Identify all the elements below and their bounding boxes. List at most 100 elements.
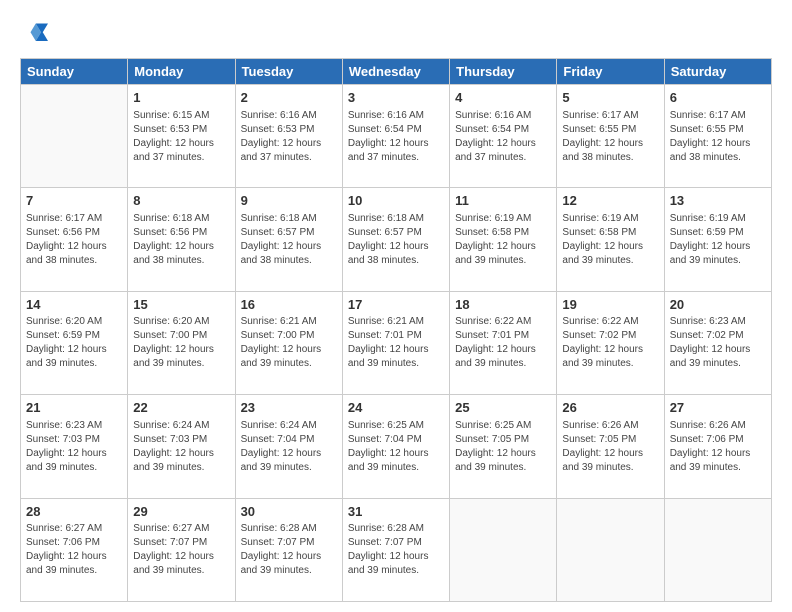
- calendar-cell: 11 Sunrise: 6:19 AMSunset: 6:58 PMDayligh…: [450, 188, 557, 291]
- day-number: 27: [670, 399, 766, 417]
- calendar-cell: 22 Sunrise: 6:24 AMSunset: 7:03 PMDayligh…: [128, 395, 235, 498]
- calendar-cell: [450, 498, 557, 601]
- day-number: 16: [241, 296, 337, 314]
- day-number: 19: [562, 296, 658, 314]
- day-number: 7: [26, 192, 122, 210]
- day-info: Sunrise: 6:28 AMSunset: 7:07 PMDaylight:…: [241, 522, 337, 578]
- calendar: SundayMondayTuesdayWednesdayThursdayFrid…: [20, 58, 772, 602]
- day-info: Sunrise: 6:17 AMSunset: 6:56 PMDaylight:…: [26, 212, 122, 268]
- day-info: Sunrise: 6:16 AMSunset: 6:53 PMDaylight:…: [241, 109, 337, 165]
- day-number: 28: [26, 503, 122, 521]
- calendar-cell: 8 Sunrise: 6:18 AMSunset: 6:56 PMDaylight…: [128, 188, 235, 291]
- day-number: 15: [133, 296, 229, 314]
- weekday-header: Thursday: [450, 59, 557, 85]
- day-number: 22: [133, 399, 229, 417]
- day-number: 17: [348, 296, 444, 314]
- day-info: Sunrise: 6:26 AMSunset: 7:05 PMDaylight:…: [562, 419, 658, 475]
- calendar-cell: 29Sunrise: 6:27 AMSunset: 7:07 PMDayligh…: [128, 498, 235, 601]
- calendar-cell: 23 Sunrise: 6:24 AMSunset: 7:04 PMDayligh…: [235, 395, 342, 498]
- calendar-cell: 28Sunrise: 6:27 AMSunset: 7:06 PMDayligh…: [21, 498, 128, 601]
- day-number: 21: [26, 399, 122, 417]
- day-info: Sunrise: 6:18 AMSunset: 6:56 PMDaylight:…: [133, 212, 229, 268]
- day-number: 8: [133, 192, 229, 210]
- calendar-cell: 18Sunrise: 6:22 AMSunset: 7:01 PMDayligh…: [450, 291, 557, 394]
- day-number: 2: [241, 89, 337, 107]
- day-info: Sunrise: 6:18 AMSunset: 6:57 PMDaylight:…: [348, 212, 444, 268]
- weekday-header: Monday: [128, 59, 235, 85]
- day-number: 29: [133, 503, 229, 521]
- day-info: Sunrise: 6:20 AMSunset: 6:59 PMDaylight:…: [26, 315, 122, 371]
- day-number: 25: [455, 399, 551, 417]
- calendar-cell: 2 Sunrise: 6:16 AMSunset: 6:53 PMDaylight…: [235, 85, 342, 188]
- calendar-cell: 13 Sunrise: 6:19 AMSunset: 6:59 PMDayligh…: [664, 188, 771, 291]
- day-info: Sunrise: 6:23 AMSunset: 7:02 PMDaylight:…: [670, 315, 766, 371]
- day-info: Sunrise: 6:24 AMSunset: 7:04 PMDaylight:…: [241, 419, 337, 475]
- day-info: Sunrise: 6:28 AMSunset: 7:07 PMDaylight:…: [348, 522, 444, 578]
- calendar-cell: 25Sunrise: 6:25 AMSunset: 7:05 PMDayligh…: [450, 395, 557, 498]
- calendar-cell: 4Sunrise: 6:16 AMSunset: 6:54 PMDaylight…: [450, 85, 557, 188]
- day-info: Sunrise: 6:19 AMSunset: 6:58 PMDaylight:…: [455, 212, 551, 268]
- day-number: 23: [241, 399, 337, 417]
- day-number: 1: [133, 89, 229, 107]
- day-info: Sunrise: 6:27 AMSunset: 7:06 PMDaylight:…: [26, 522, 122, 578]
- calendar-cell: 12 Sunrise: 6:19 AMSunset: 6:58 PMDayligh…: [557, 188, 664, 291]
- day-number: 13: [670, 192, 766, 210]
- day-number: 5: [562, 89, 658, 107]
- calendar-cell: 5 Sunrise: 6:17 AMSunset: 6:55 PMDaylight…: [557, 85, 664, 188]
- day-info: Sunrise: 6:21 AMSunset: 7:01 PMDaylight:…: [348, 315, 444, 371]
- day-info: Sunrise: 6:16 AMSunset: 6:54 PMDaylight:…: [455, 109, 551, 165]
- calendar-cell: [664, 498, 771, 601]
- calendar-cell: 20Sunrise: 6:23 AMSunset: 7:02 PMDayligh…: [664, 291, 771, 394]
- day-number: 12: [562, 192, 658, 210]
- day-info: Sunrise: 6:24 AMSunset: 7:03 PMDaylight:…: [133, 419, 229, 475]
- calendar-cell: [557, 498, 664, 601]
- day-number: 3: [348, 89, 444, 107]
- calendar-cell: 31Sunrise: 6:28 AMSunset: 7:07 PMDayligh…: [342, 498, 449, 601]
- day-info: Sunrise: 6:17 AMSunset: 6:55 PMDaylight:…: [562, 109, 658, 165]
- header: [20, 20, 772, 48]
- day-info: Sunrise: 6:22 AMSunset: 7:01 PMDaylight:…: [455, 315, 551, 371]
- day-number: 9: [241, 192, 337, 210]
- day-info: Sunrise: 6:15 AMSunset: 6:53 PMDaylight:…: [133, 109, 229, 165]
- day-info: Sunrise: 6:17 AMSunset: 6:55 PMDaylight:…: [670, 109, 766, 165]
- weekday-header: Sunday: [21, 59, 128, 85]
- day-info: Sunrise: 6:25 AMSunset: 7:04 PMDaylight:…: [348, 419, 444, 475]
- calendar-cell: 30Sunrise: 6:28 AMSunset: 7:07 PMDayligh…: [235, 498, 342, 601]
- day-info: Sunrise: 6:19 AMSunset: 6:59 PMDaylight:…: [670, 212, 766, 268]
- calendar-cell: 1 Sunrise: 6:15 AMSunset: 6:53 PMDaylight…: [128, 85, 235, 188]
- day-info: Sunrise: 6:16 AMSunset: 6:54 PMDaylight:…: [348, 109, 444, 165]
- logo-icon: [20, 20, 48, 48]
- day-info: Sunrise: 6:26 AMSunset: 7:06 PMDaylight:…: [670, 419, 766, 475]
- day-number: 6: [670, 89, 766, 107]
- calendar-cell: [21, 85, 128, 188]
- logo: [20, 20, 52, 48]
- day-number: 10: [348, 192, 444, 210]
- day-number: 14: [26, 296, 122, 314]
- calendar-cell: 10 Sunrise: 6:18 AMSunset: 6:57 PMDayligh…: [342, 188, 449, 291]
- calendar-cell: 27 Sunrise: 6:26 AMSunset: 7:06 PMDayligh…: [664, 395, 771, 498]
- day-info: Sunrise: 6:20 AMSunset: 7:00 PMDaylight:…: [133, 315, 229, 371]
- day-number: 11: [455, 192, 551, 210]
- weekday-header: Friday: [557, 59, 664, 85]
- calendar-cell: 17Sunrise: 6:21 AMSunset: 7:01 PMDayligh…: [342, 291, 449, 394]
- weekday-header: Wednesday: [342, 59, 449, 85]
- weekday-header: Tuesday: [235, 59, 342, 85]
- calendar-cell: 24Sunrise: 6:25 AMSunset: 7:04 PMDayligh…: [342, 395, 449, 498]
- calendar-cell: 21 Sunrise: 6:23 AMSunset: 7:03 PMDayligh…: [21, 395, 128, 498]
- calendar-cell: 6 Sunrise: 6:17 AMSunset: 6:55 PMDaylight…: [664, 85, 771, 188]
- day-number: 30: [241, 503, 337, 521]
- day-number: 20: [670, 296, 766, 314]
- calendar-cell: 7 Sunrise: 6:17 AMSunset: 6:56 PMDaylight…: [21, 188, 128, 291]
- day-info: Sunrise: 6:23 AMSunset: 7:03 PMDaylight:…: [26, 419, 122, 475]
- calendar-cell: 3 Sunrise: 6:16 AMSunset: 6:54 PMDaylight…: [342, 85, 449, 188]
- calendar-cell: 26Sunrise: 6:26 AMSunset: 7:05 PMDayligh…: [557, 395, 664, 498]
- page: SundayMondayTuesdayWednesdayThursdayFrid…: [0, 0, 792, 612]
- calendar-cell: 16Sunrise: 6:21 AMSunset: 7:00 PMDayligh…: [235, 291, 342, 394]
- calendar-cell: 9Sunrise: 6:18 AMSunset: 6:57 PMDaylight…: [235, 188, 342, 291]
- weekday-header: Saturday: [664, 59, 771, 85]
- calendar-cell: 14Sunrise: 6:20 AMSunset: 6:59 PMDayligh…: [21, 291, 128, 394]
- day-number: 31: [348, 503, 444, 521]
- day-info: Sunrise: 6:19 AMSunset: 6:58 PMDaylight:…: [562, 212, 658, 268]
- day-number: 18: [455, 296, 551, 314]
- calendar-cell: 15Sunrise: 6:20 AMSunset: 7:00 PMDayligh…: [128, 291, 235, 394]
